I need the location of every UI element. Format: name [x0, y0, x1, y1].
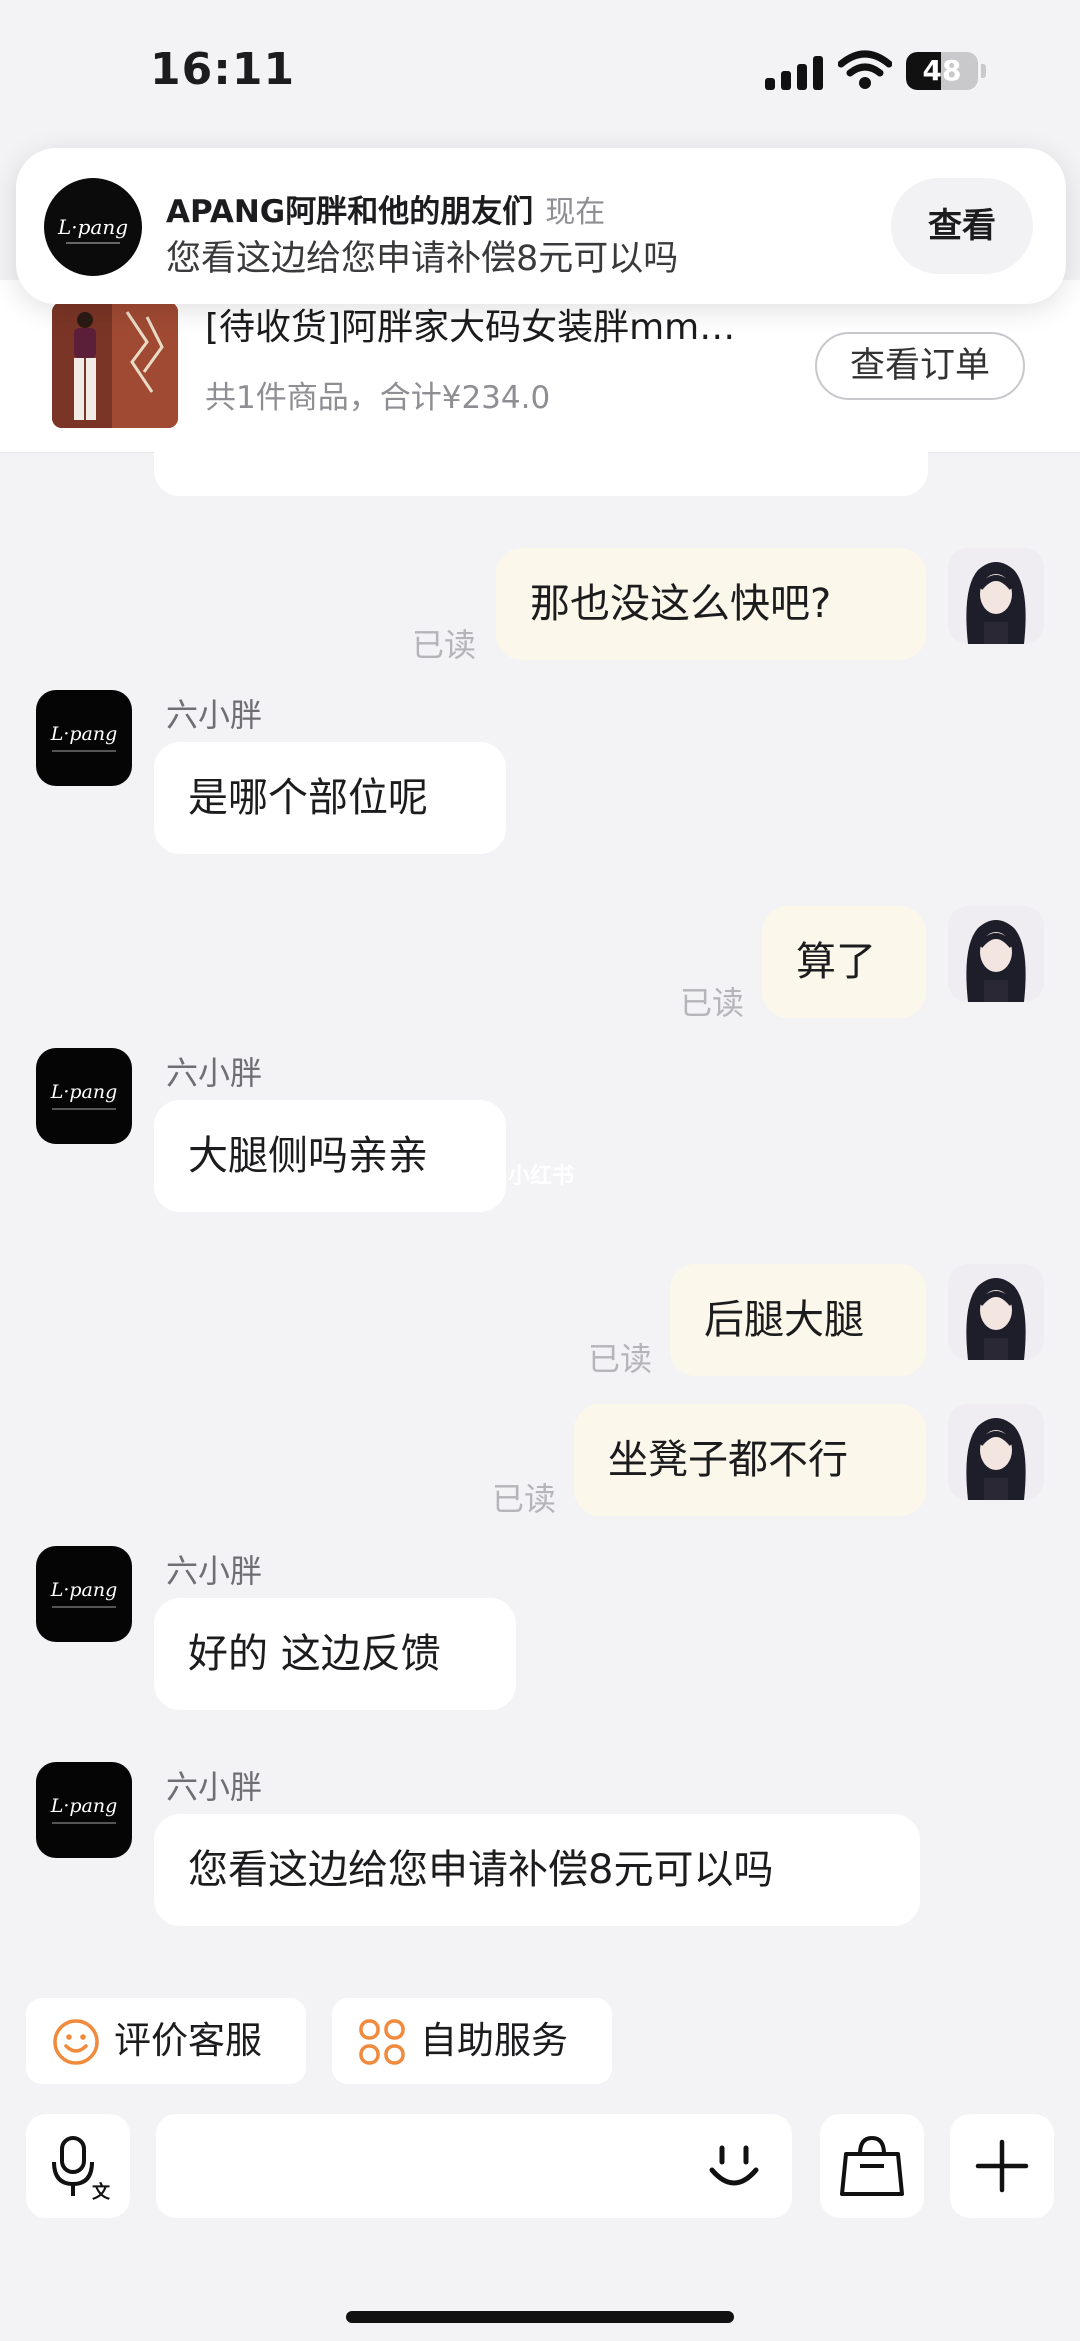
svg-text:文: 文 [92, 2181, 111, 2203]
agent-avatar[interactable]: L·pang [36, 1048, 132, 1144]
notification-message: 您看这边给您申请补偿8元可以吗 [166, 239, 679, 279]
outgoing-message[interactable]: 那也没这么快吧? [496, 548, 926, 660]
voice-text-icon: 文 [52, 2136, 111, 2203]
plus-icon [975, 2139, 1029, 2193]
view-order-button[interactable]: 查看订单 [815, 332, 1025, 400]
incoming-message[interactable]: 好的 这边反馈 [154, 1598, 516, 1710]
agent-avatar-logo: L·pang [50, 1795, 118, 1817]
message-input[interactable] [156, 2114, 792, 2218]
order-summary: 共1件商品，合计¥234.0 [205, 380, 551, 416]
incoming-message[interactable]: 大腿侧吗亲亲 [154, 1100, 506, 1212]
agent-avatar[interactable]: L·pang [36, 1546, 132, 1642]
notification-sender-name: APANG阿胖和他的朋友们 [166, 194, 534, 230]
notification-time: 现在 [545, 195, 606, 230]
self-service-label: 自助服务 [420, 2019, 568, 2062]
home-indicator[interactable] [346, 2311, 734, 2323]
agent-name: 六小胖 [166, 1054, 263, 1092]
avatar-logo-text: L·pang [57, 215, 128, 239]
incoming-message[interactable]: 是哪个部位呢 [154, 742, 506, 854]
rate-service-button[interactable]: 评价客服 [26, 1998, 306, 2084]
agent-avatar[interactable]: L·pang [36, 1762, 132, 1858]
status-time: 16:11 [150, 44, 296, 95]
grid-flower-icon [359, 2019, 405, 2065]
notification-banner[interactable]: L·pang APANG阿胖和他的朋友们 现在 您看这边给您申请补偿8元可以吗 查… [16, 148, 1066, 304]
more-button[interactable] [950, 2114, 1054, 2218]
cellular-signal-icon [765, 56, 823, 90]
user-avatar[interactable] [948, 1404, 1044, 1500]
status-bar: 16:11 48 [0, 0, 1080, 140]
shopping-bag-icon [840, 2135, 904, 2196]
shop-button[interactable] [820, 2114, 924, 2218]
incoming-message[interactable]: 您看这边给您申请补偿8元可以吗 [154, 1814, 920, 1926]
agent-avatar-logo: L·pang [50, 723, 118, 745]
battery-icon: 48 [906, 52, 986, 90]
notification-sender: APANG阿胖和他的朋友们 现在 [166, 186, 605, 231]
watermark: 小红书 [508, 1164, 575, 1189]
read-status: 已读 [492, 1480, 557, 1518]
smile-icon [53, 2019, 99, 2065]
wifi-icon [838, 50, 892, 89]
notification-avatar: L·pang [44, 178, 142, 276]
agent-name: 六小胖 [166, 1768, 263, 1806]
notification-view-button[interactable]: 查看 [891, 178, 1033, 274]
outgoing-message[interactable]: 算了 [762, 906, 926, 1018]
self-service-button[interactable]: 自助服务 [332, 1998, 612, 2084]
read-status: 已读 [680, 984, 745, 1022]
user-avatar[interactable] [948, 1264, 1044, 1360]
battery-level: 48 [922, 54, 962, 87]
agent-avatar-logo: L·pang [50, 1579, 118, 1601]
rate-service-label: 评价客服 [114, 2019, 262, 2062]
agent-avatar-logo: L·pang [50, 1081, 118, 1103]
outgoing-message[interactable]: 坐凳子都不行 [574, 1404, 926, 1516]
agent-avatar[interactable]: L·pang [36, 690, 132, 786]
agent-name: 六小胖 [166, 1552, 263, 1590]
read-status: 已读 [412, 626, 477, 664]
read-status: 已读 [588, 1340, 653, 1378]
user-avatar[interactable] [948, 548, 1044, 644]
agent-name: 六小胖 [166, 696, 263, 734]
emoji-icon[interactable] [704, 2136, 764, 2196]
user-avatar[interactable] [948, 906, 1044, 1002]
outgoing-message[interactable]: 后腿大腿 [670, 1264, 926, 1376]
clipped-message-bubble [154, 428, 928, 496]
order-title: [待收货]阿胖家大码女装胖mm… [205, 307, 736, 348]
voice-button[interactable]: 文 [26, 2114, 130, 2218]
product-thumbnail[interactable] [52, 302, 178, 428]
